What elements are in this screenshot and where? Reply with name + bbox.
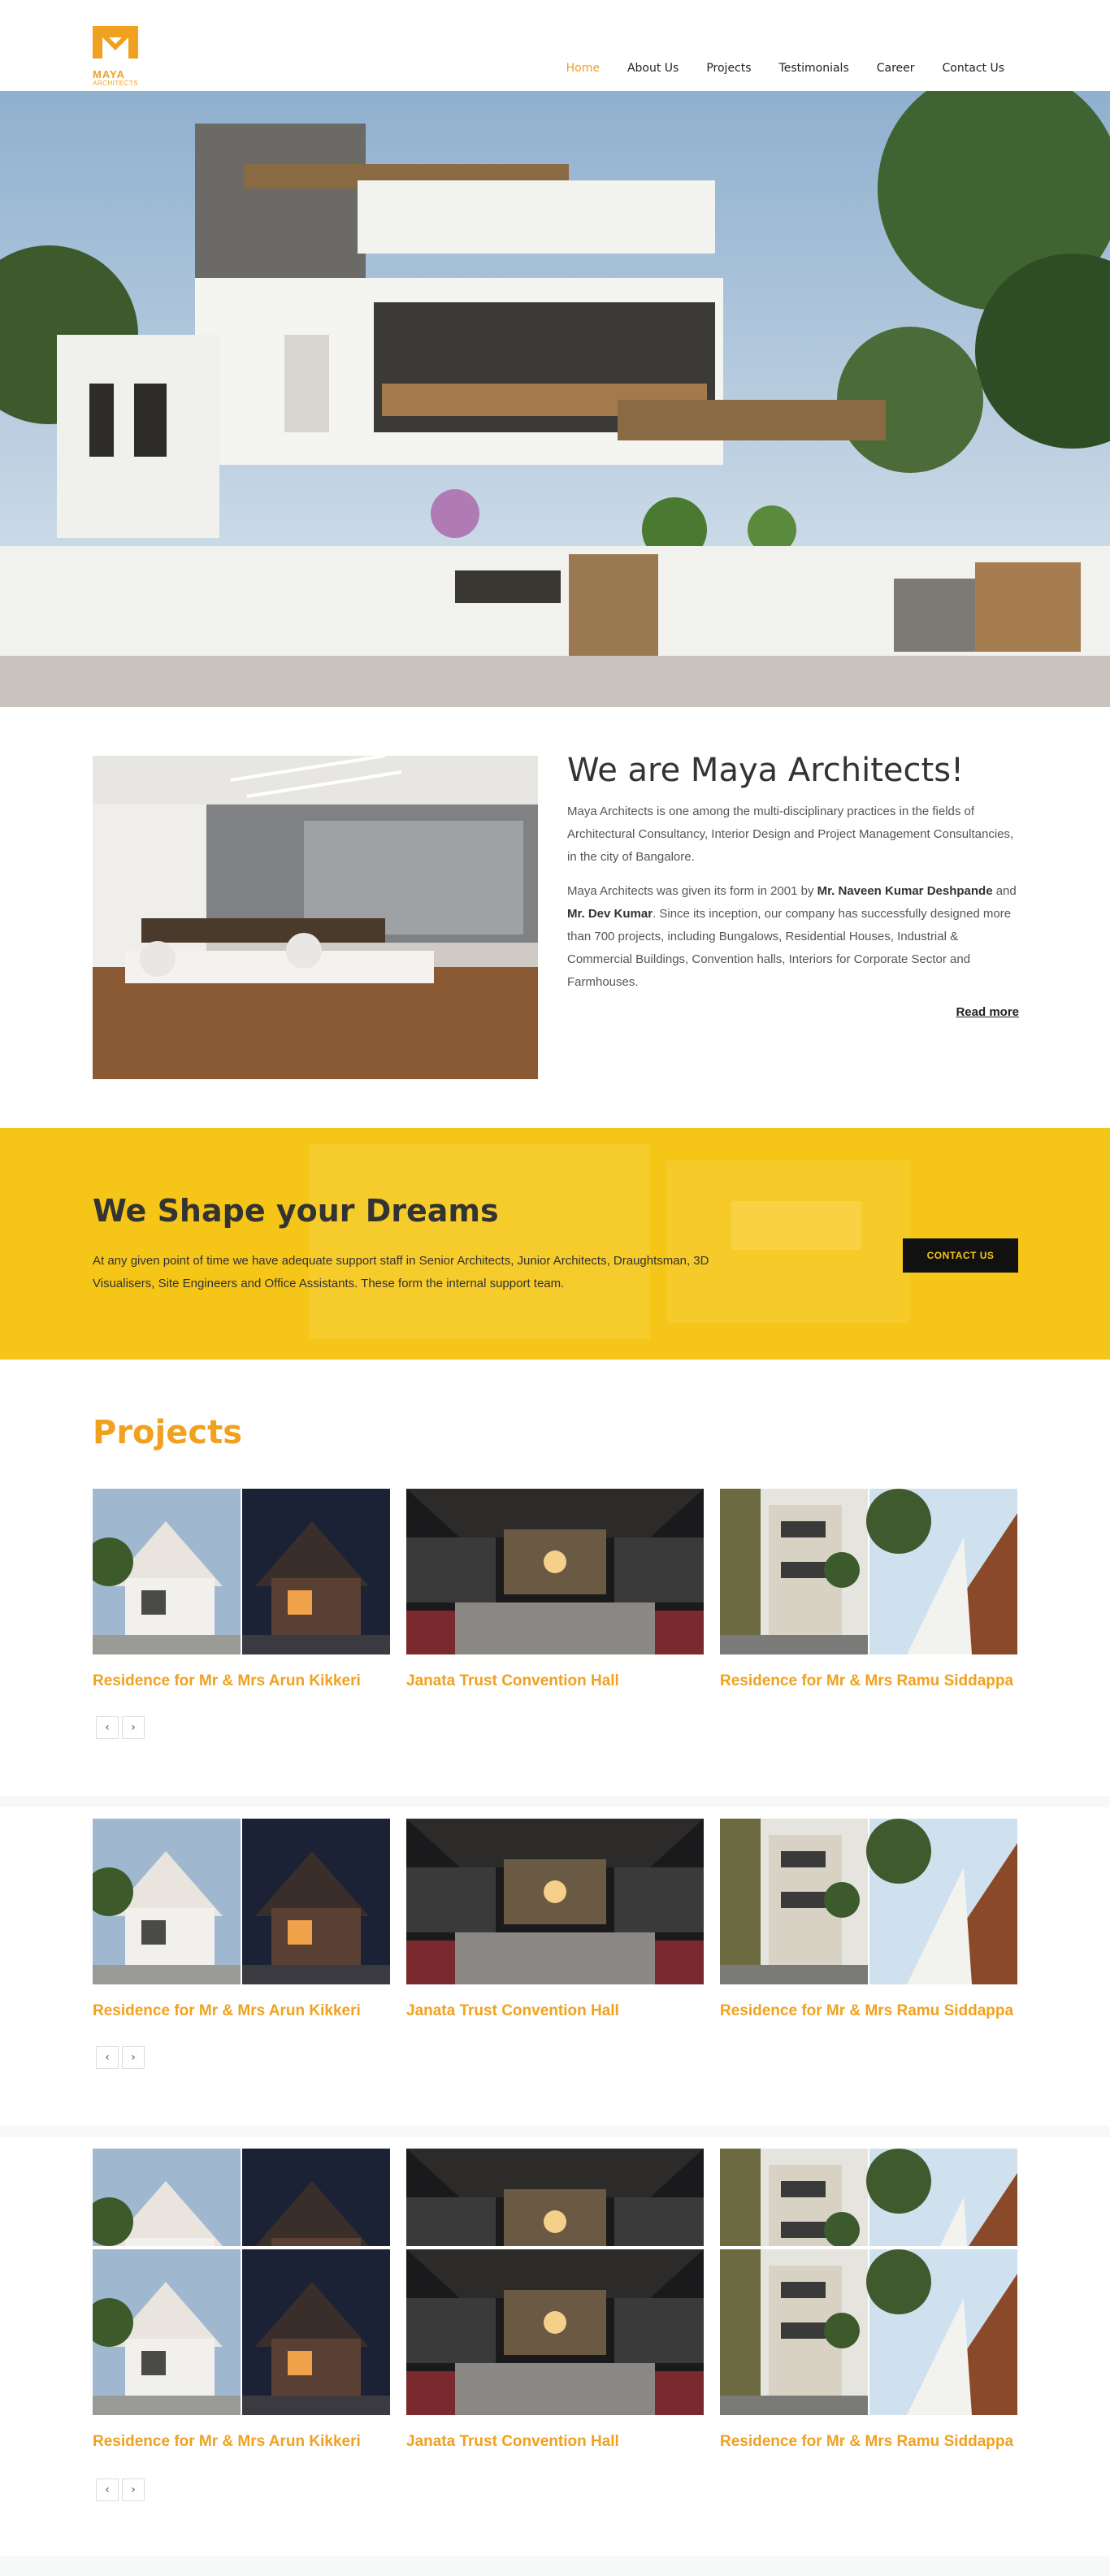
project-title[interactable]: Residence for Mr & Mrs Ramu Siddappa — [720, 1672, 1013, 1690]
carousel-controls: ‹ › — [96, 1716, 145, 1739]
project-image — [720, 2149, 1017, 2246]
carousel-controls: ‹ › — [96, 2478, 145, 2501]
project-image — [93, 2149, 390, 2246]
project-title[interactable]: Residence for Mr & Mrs Ramu Siddappa — [720, 2002, 1013, 2020]
project-image — [93, 1489, 390, 1654]
project-thumbnail[interactable] — [93, 1489, 390, 1654]
project-image — [406, 1819, 704, 1984]
project-thumbnail[interactable] — [720, 2249, 1017, 2415]
project-image — [93, 1819, 390, 1984]
project-thumbnail[interactable] — [406, 2249, 704, 2415]
project-image — [93, 2249, 390, 2415]
section-divider — [0, 2126, 1110, 2137]
project-image — [720, 1489, 1017, 1654]
project-title[interactable]: Residence for Mr & Mrs Arun Kikkeri — [93, 1672, 361, 1690]
nav-testimonials[interactable]: Testimonials — [779, 62, 849, 75]
project-thumbnail[interactable] — [93, 1819, 390, 1984]
nav-about-us[interactable]: About Us — [627, 62, 679, 75]
project-image — [406, 2249, 704, 2415]
site-header: MAYA ARCHITECTS Home About Us Projects T… — [0, 0, 1110, 91]
about-paragraph-1: Maya Architects is one among the multi-d… — [567, 804, 1014, 864]
carousel-controls: ‹ › — [96, 2046, 145, 2069]
project-title[interactable]: Residence for Mr & Mrs Arun Kikkeri — [93, 2002, 361, 2020]
project-image — [720, 1819, 1017, 1984]
about-block: We are Maya Architects! Maya Architects … — [567, 752, 1019, 1019]
project-thumbnail[interactable] — [720, 2149, 1017, 2246]
nav-home[interactable]: Home — [566, 62, 600, 75]
logo-tagline: ARCHITECTS — [93, 80, 139, 87]
next-arrow-icon[interactable]: › — [122, 2046, 145, 2069]
office-interior-image — [93, 756, 538, 1079]
project-thumbnail[interactable] — [406, 1489, 704, 1654]
section-divider — [0, 2556, 1110, 2576]
next-arrow-icon[interactable]: › — [122, 1716, 145, 1739]
nav-contact-us[interactable]: Contact Us — [943, 62, 1004, 75]
project-thumbnail[interactable] — [720, 1819, 1017, 1984]
project-thumbnail[interactable] — [406, 2149, 704, 2246]
project-image — [406, 1489, 704, 1654]
project-title[interactable]: Residence for Mr & Mrs Arun Kikkeri — [93, 2433, 361, 2451]
prev-arrow-icon[interactable]: ‹ — [96, 1716, 119, 1739]
contact-us-button[interactable]: CONTACT US — [903, 1238, 1018, 1273]
band-title: We Shape your Dreams — [93, 1193, 499, 1229]
project-thumbnail[interactable] — [93, 2249, 390, 2415]
project-thumbnail[interactable] — [93, 2149, 390, 2246]
logo-mark-icon — [93, 26, 138, 59]
prev-arrow-icon[interactable]: ‹ — [96, 2046, 119, 2069]
project-thumbnail[interactable] — [406, 1819, 704, 1984]
maya-logo[interactable]: MAYA ARCHITECTS — [93, 26, 143, 87]
nav-career[interactable]: Career — [877, 62, 915, 75]
about-para2-mid: and — [992, 884, 1017, 898]
logo-word: MAYA — [93, 68, 125, 80]
project-image — [720, 2249, 1017, 2415]
about-para2-prefix: Maya Architects was given its form in 20… — [567, 884, 817, 898]
founder-2: Mr. Dev Kumar — [567, 907, 653, 921]
about-paragraph-2: Maya Architects was given its form in 20… — [567, 880, 1019, 994]
shape-dreams-band: We Shape your Dreams At any given point … — [0, 1128, 1110, 1360]
read-more-link[interactable]: Read more — [956, 1005, 1019, 1019]
about-title: We are Maya Architects! — [567, 752, 965, 789]
nav-projects[interactable]: Projects — [706, 62, 751, 75]
next-arrow-icon[interactable]: › — [122, 2478, 145, 2501]
section-divider — [0, 1796, 1110, 1807]
project-title[interactable]: Janata Trust Convention Hall — [406, 2002, 619, 2020]
project-thumbnail[interactable] — [720, 1489, 1017, 1654]
project-image — [406, 2149, 704, 2246]
main-nav: Home About Us Projects Testimonials Care… — [539, 62, 1004, 75]
prev-arrow-icon[interactable]: ‹ — [96, 2478, 119, 2501]
band-text: At any given point of time we have adequ… — [93, 1254, 709, 1290]
projects-heading: Projects — [93, 1414, 243, 1451]
founder-1: Mr. Naveen Kumar Deshpande — [817, 884, 993, 898]
project-title[interactable]: Janata Trust Convention Hall — [406, 1672, 619, 1690]
project-title[interactable]: Janata Trust Convention Hall — [406, 2433, 619, 2451]
project-title[interactable]: Residence for Mr & Mrs Ramu Siddappa — [720, 2433, 1013, 2451]
hero-banner-image — [0, 91, 1110, 707]
